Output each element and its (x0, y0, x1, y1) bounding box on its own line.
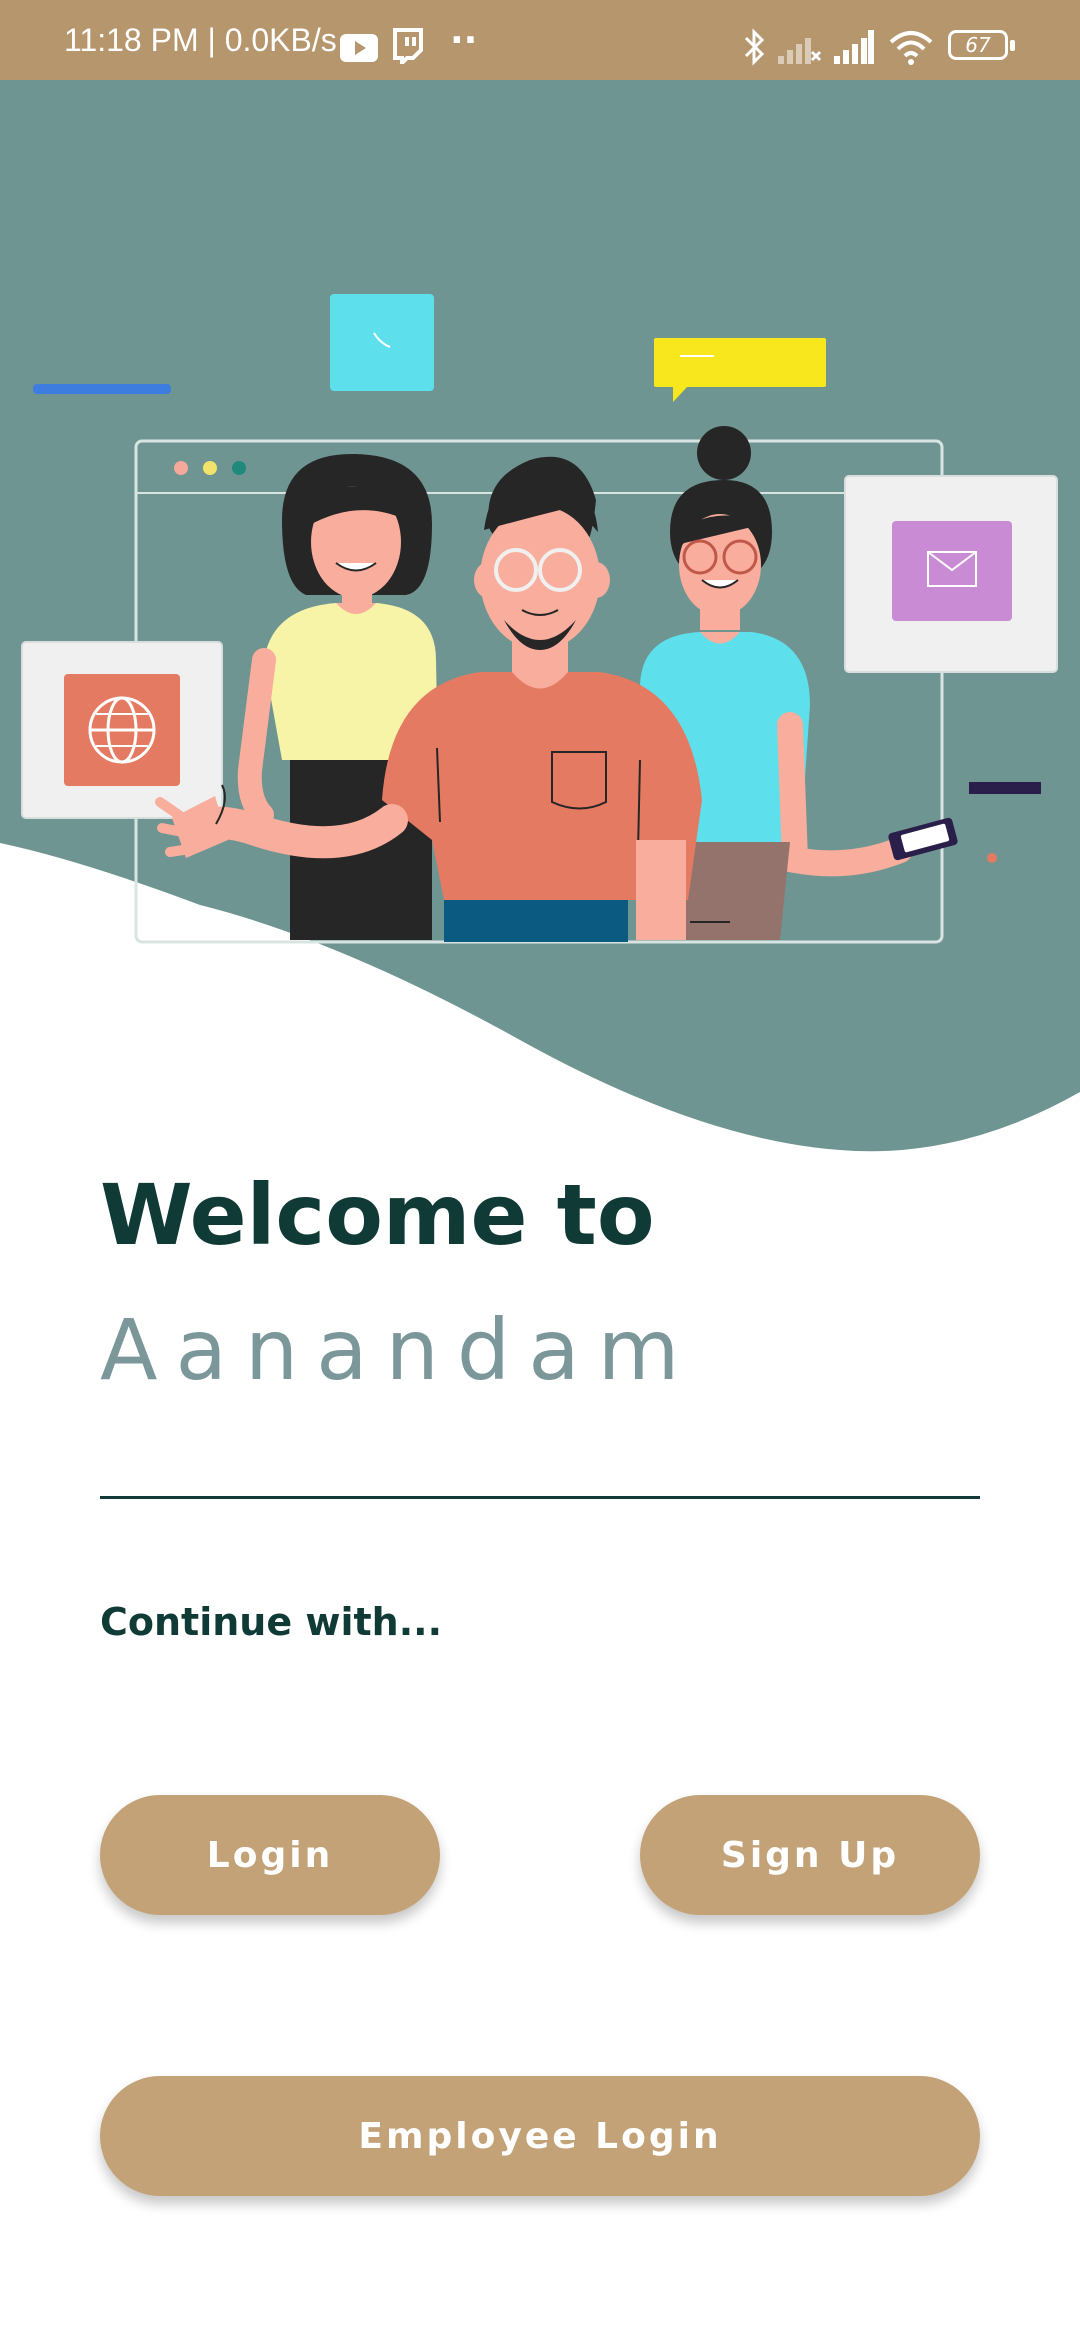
battery-level: 67 (965, 33, 991, 57)
bluetooth-icon (744, 28, 765, 66)
battery-icon: 67 (948, 30, 1015, 60)
login-button[interactable]: Login (100, 1795, 440, 1915)
team-waving-illustration (0, 80, 1080, 1152)
continue-label: Continue with... (100, 1600, 442, 1644)
sign-up-button[interactable]: Sign Up (640, 1795, 980, 1915)
more-notifications-dots: ·· (450, 20, 478, 61)
signal-icon (778, 38, 822, 64)
employee-login-button[interactable]: Employee Login (100, 2076, 980, 2196)
signal-icon (834, 30, 874, 64)
divider (100, 1496, 980, 1499)
status-bar: 11:18 PM | 0.0KB/s ·· 67 (0, 0, 1080, 80)
brand-name: Aanandam (100, 1301, 698, 1399)
twitch-icon (393, 28, 423, 64)
welcome-title: Welcome to (100, 1166, 655, 1264)
wifi-icon (889, 31, 933, 65)
youtube-icon (340, 34, 378, 62)
status-time: 11:18 PM | 0.0KB/s (64, 22, 337, 58)
